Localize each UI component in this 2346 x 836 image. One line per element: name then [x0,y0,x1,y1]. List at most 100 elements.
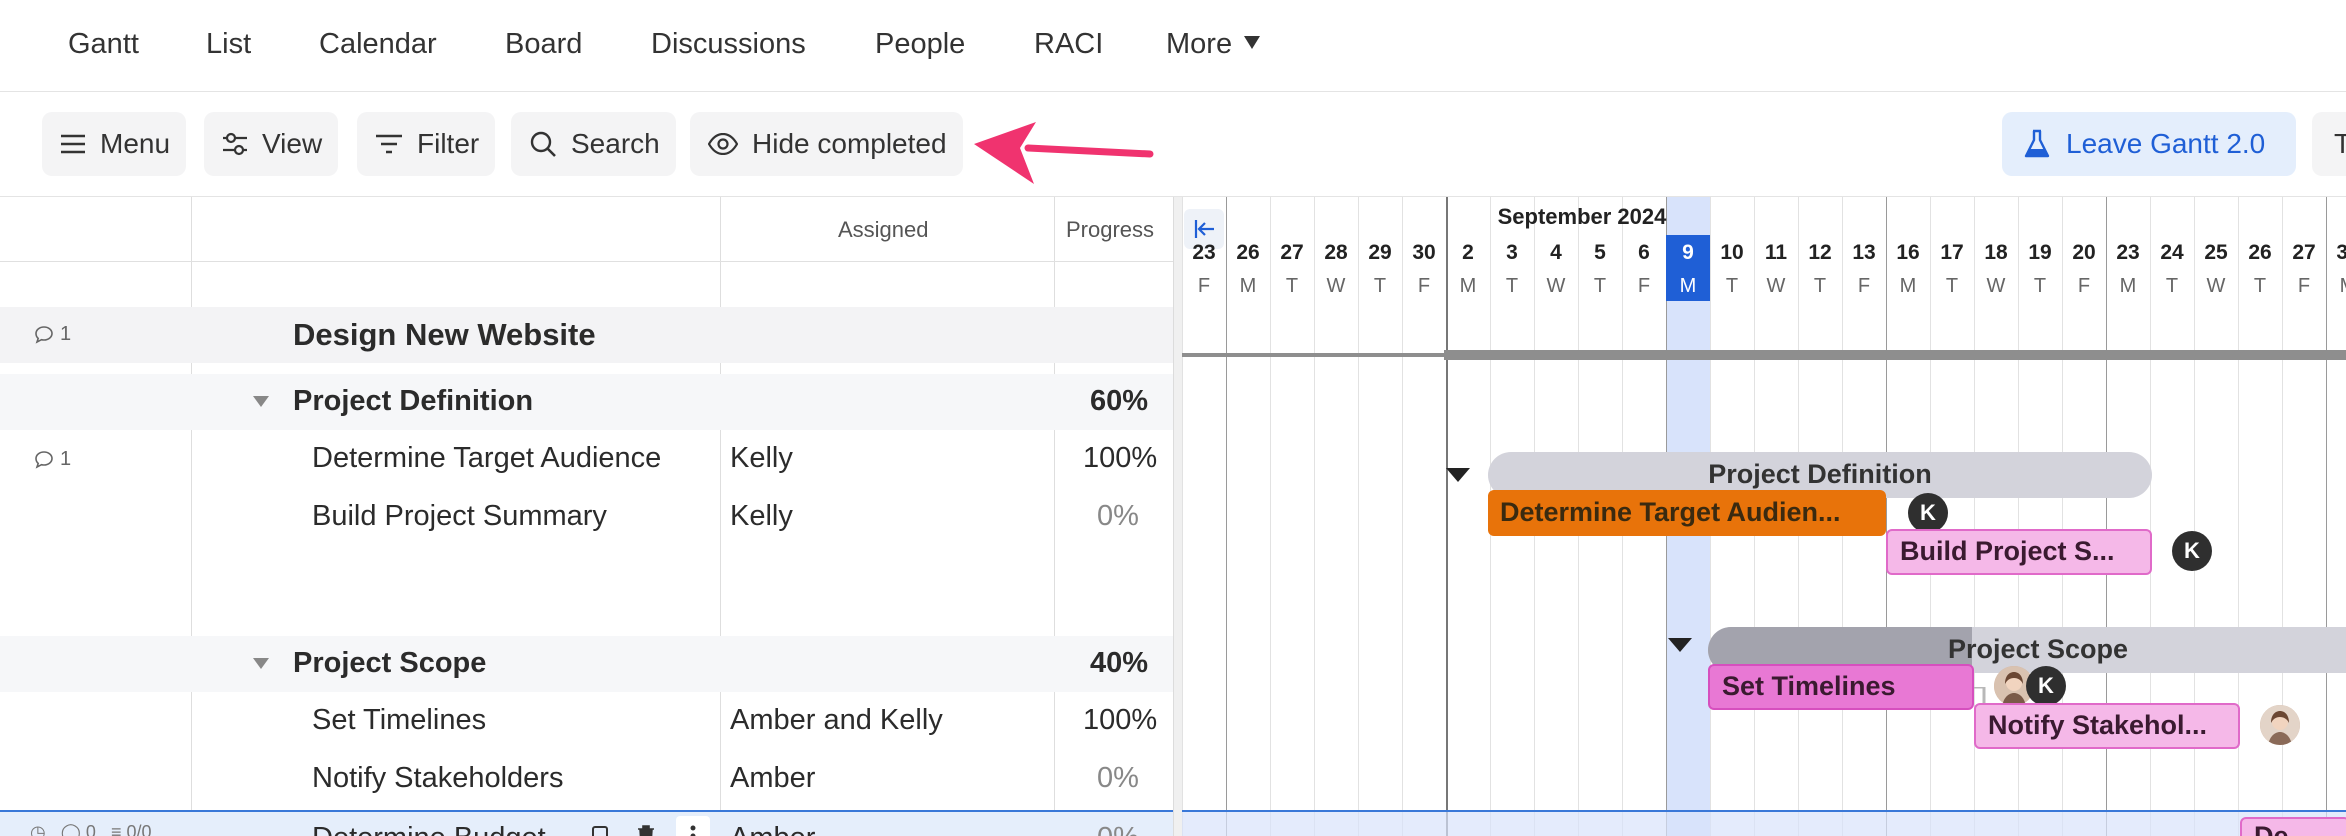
more-options-icon[interactable] [676,816,710,836]
gantt-bar-notify-stakeholders[interactable]: Notify Stakehol... [1974,703,2240,749]
caret-down-icon [1244,36,1261,49]
tab-people[interactable]: People [875,24,965,64]
task-name[interactable]: Determine Budget [312,822,546,836]
day-letter: F [2077,275,2091,297]
day-letter: F [1857,275,1871,297]
truncated-button[interactable]: T [2312,112,2346,176]
timer-icon: ◷ [30,822,46,836]
search-button[interactable]: Search [511,112,676,176]
day-number: 2 [1462,241,1474,264]
task-grid: Assigned Progress 1 Design New Website P… [0,197,1174,836]
comment-count[interactable]: 1 [34,448,71,471]
leave-gantt-button[interactable]: Leave Gantt 2.0 [2002,112,2296,176]
task-row[interactable]: Build Project Summary Kelly 0% [0,490,1173,546]
tab-raci[interactable]: RACI [1034,24,1103,64]
tab-calendar[interactable]: Calendar [319,24,437,64]
collapse-triangle-icon[interactable] [253,658,269,669]
tab-gantt[interactable]: Gantt [68,24,139,64]
hide-completed-button[interactable]: Hide completed [690,112,963,176]
tab-discussions[interactable]: Discussions [651,24,806,64]
view-label: View [262,128,323,159]
tab-more[interactable]: More [1166,24,1261,64]
task-progress[interactable]: 0% [1097,822,1139,836]
project-name[interactable]: Design New Website [293,317,596,353]
group-name[interactable]: Project Scope [293,647,486,680]
task-name[interactable]: Build Project Summary [312,500,607,533]
avatar-kelly[interactable]: K [1908,493,1948,533]
project-summary-bar-thick[interactable] [1444,350,2346,360]
group-name[interactable]: Project Definition [293,385,533,418]
header-separator [0,261,1173,262]
day-letter: M [1459,275,1477,297]
day-number: 4 [1550,241,1562,264]
task-meta: ◷ ◯ 0 ≡ 0/0 [30,822,152,836]
task-name[interactable]: Notify Stakeholders [312,762,563,795]
day-number: 17 [1940,241,1964,264]
day-letter: T [2165,275,2179,297]
day-number: 29 [1368,241,1392,264]
task-progress[interactable]: 0% [1097,500,1139,533]
task-row-selected[interactable]: ◷ ◯ 0 ≡ 0/0 Determine Budget Amber 0% [0,810,1173,836]
comment-icon: ◯ [60,822,81,836]
comment-count[interactable]: 1 [34,323,71,346]
task-name[interactable]: Set Timelines [312,704,486,737]
day-letter: T [1593,275,1607,297]
day-letter: T [1725,275,1739,297]
pane-splitter[interactable] [1174,197,1182,836]
task-assigned[interactable]: Amber [730,822,815,836]
tab-board[interactable]: Board [505,24,582,64]
gantt-chart: September 2024 23 F 26 M 27 T 28 W 29 T 30 F 2 M 3 T 4 W 5… [1182,197,2346,836]
day-number: 10 [1720,241,1744,264]
day-number: 30 [2336,241,2346,264]
gantt-bar-determine-target-audience[interactable]: Determine Target Audien... [1488,490,1886,536]
gantt-bar-determine-budget[interactable]: De... [2240,817,2346,836]
open-task-icon[interactable] [590,824,620,836]
task-row[interactable]: 1 Determine Target Audience Kelly 100% [0,432,1173,488]
group-row[interactable]: Project Scope 40% [0,636,1173,692]
day-letter: F [2297,275,2311,297]
annotation-arrow-icon [974,122,1154,184]
avatar-kelly[interactable]: K [2026,666,2066,706]
column-header-assigned[interactable]: Assigned [838,217,929,243]
task-name[interactable]: Determine Target Audience [312,442,661,475]
task-assigned[interactable]: Kelly [730,500,793,533]
task-assigned[interactable]: Kelly [730,442,793,475]
tab-list[interactable]: List [206,24,251,64]
task-row[interactable]: Notify Stakeholders Amber 0% [0,752,1173,808]
search-label: Search [571,128,660,159]
day-letter: W [2206,275,2226,297]
view-button[interactable]: View [204,112,339,176]
gantt-bar-set-timelines[interactable]: Set Timelines [1708,664,1974,710]
day-letter: M [1899,275,1917,297]
filter-button[interactable]: Filter [357,112,496,176]
column-header-progress[interactable]: Progress [1066,217,1154,243]
avatar-amber[interactable] [2260,705,2300,745]
menu-button[interactable]: Menu [42,112,187,176]
menu-label: Menu [100,128,171,159]
day-letter: M [1679,275,1697,297]
collapse-triangle-icon[interactable] [1668,638,1692,652]
comment-icon [35,450,53,469]
task-progress[interactable]: 100% [1083,442,1157,475]
day-number: 13 [1852,241,1876,264]
collapse-triangle-icon[interactable] [1446,468,1470,482]
task-assigned[interactable]: Amber [730,762,815,795]
task-progress[interactable]: 100% [1083,704,1157,737]
day-letter: T [1945,275,1959,297]
day-letter: T [1373,275,1387,297]
task-progress[interactable]: 0% [1097,762,1139,795]
day-number: 6 [1638,241,1650,264]
day-letter: F [1197,275,1211,297]
day-letter: W [1766,275,1786,297]
task-row[interactable]: Set Timelines Amber and Kelly 100% [0,694,1173,750]
gantt-bar-build-project-summary[interactable]: Build Project S... [1886,529,2152,575]
group-row[interactable]: Project Definition 60% [0,374,1173,430]
avatar-kelly[interactable]: K [2172,531,2212,571]
day-number: 24 [2160,241,2184,264]
task-assigned[interactable]: Amber and Kelly [730,704,943,737]
project-row[interactable]: 1 Design New Website [0,307,1173,363]
collapse-triangle-icon[interactable] [253,396,269,407]
day-number: 27 [2292,241,2316,264]
day-letter: M [2119,275,2137,297]
delete-icon[interactable] [636,824,666,836]
